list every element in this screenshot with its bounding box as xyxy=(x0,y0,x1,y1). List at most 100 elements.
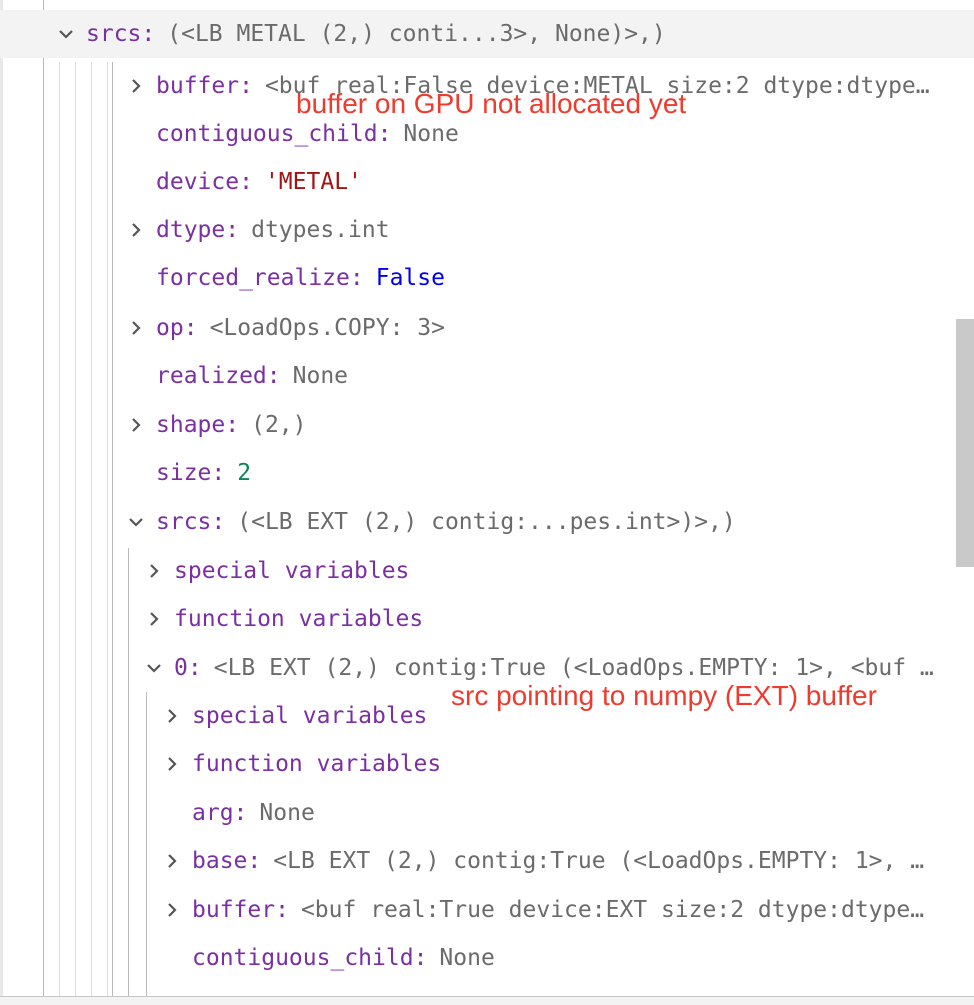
chevron-right-icon[interactable] xyxy=(160,886,184,934)
chevron-right-icon[interactable] xyxy=(124,304,148,352)
variable-name: base xyxy=(192,848,248,874)
chevron-right-icon[interactable] xyxy=(124,401,148,449)
variable-name: forced_realize xyxy=(156,265,350,291)
tree-row-content: contiguous_child: None xyxy=(160,934,495,982)
chevron-right-icon[interactable] xyxy=(142,547,166,595)
tree-row[interactable]: op: <LoadOps.COPY: 3> xyxy=(0,304,974,352)
variable-name: shape xyxy=(156,412,226,438)
variable-name: contiguous_child xyxy=(192,945,414,971)
variable-name: device xyxy=(156,169,240,195)
name-value-separator: : xyxy=(225,412,240,438)
variable-value: <LoadOps.COPY: 3> xyxy=(209,315,445,341)
twistie-spacer xyxy=(124,158,148,206)
tree-row-content: special variables xyxy=(142,547,409,595)
name-value-separator: : xyxy=(239,73,253,99)
variable-name: buffer xyxy=(192,897,276,923)
chevron-down-icon[interactable] xyxy=(124,498,148,546)
tree-row-content: special variables xyxy=(160,692,427,740)
twistie-spacer xyxy=(124,449,148,497)
variable-value: 'METAL' xyxy=(264,169,362,195)
name-value-separator: : xyxy=(225,217,240,243)
name-value-separator: : xyxy=(349,265,364,291)
tree-row[interactable]: arg: None xyxy=(0,789,974,837)
tree-row-content: device: 'METAL' xyxy=(124,158,362,206)
name-value-separator: : xyxy=(275,897,289,923)
tree-row-content: function variables xyxy=(142,595,423,643)
name-value-separator: : xyxy=(233,800,248,826)
variable-name: special variables xyxy=(192,703,428,729)
variable-value: None xyxy=(439,945,495,971)
variable-name: realized xyxy=(156,363,267,389)
tree-row-content: size:2 xyxy=(124,449,251,497)
tree-row[interactable]: forced_realize: False xyxy=(0,254,974,302)
variable-name: special variables xyxy=(174,558,410,584)
twistie-spacer xyxy=(124,352,148,400)
tree-row-content: srcs: (<LB METAL (2,) conti...3>, None)>,… xyxy=(54,10,666,58)
tree-row[interactable]: function variables xyxy=(0,740,974,788)
chevron-down-icon[interactable] xyxy=(54,10,78,58)
name-value-separator: : xyxy=(187,655,202,681)
tree-row-content: base: <LB EXT (2,) contig:True (<LoadOps.… xyxy=(160,837,924,885)
variable-value: (<LB METAL (2,) conti...3>, None)>,) xyxy=(167,21,666,47)
variable-name: contiguous_child xyxy=(156,121,378,147)
tree-row-content: srcs: (<LB EXT (2,) contig:...pes.int>)>,… xyxy=(124,498,736,546)
variable-name: op xyxy=(156,315,184,341)
variable-value: False xyxy=(375,265,445,291)
tree-row-content: buffer: <buf real:True device:EXT size:2 … xyxy=(160,886,924,934)
variable-value: 2 xyxy=(237,460,252,486)
chevron-right-icon[interactable] xyxy=(160,837,184,885)
tree-row[interactable]: device: 'METAL' xyxy=(0,158,974,206)
tree-row-content: dtype: dtypes.int xyxy=(124,206,390,254)
tree-row[interactable]: buffer: <buf real:True device:EXT size:2 … xyxy=(0,886,974,934)
name-value-separator: : xyxy=(141,21,156,47)
tree-row-content: function variables xyxy=(160,740,441,788)
variable-name: buffer xyxy=(156,73,240,99)
tree-row[interactable]: dtype: dtypes.int xyxy=(0,206,974,254)
scrollbar-thumb[interactable] xyxy=(956,319,974,567)
variable-value: None xyxy=(259,800,315,826)
name-value-separator: : xyxy=(377,121,392,147)
tree-row[interactable]: special variables xyxy=(0,547,974,595)
twistie-spacer xyxy=(160,789,184,837)
annotation-gpu-note: buffer on GPU not allocated yet xyxy=(296,88,687,119)
variable-name: dtype xyxy=(156,217,226,243)
chevron-right-icon[interactable] xyxy=(160,692,184,740)
twistie-spacer xyxy=(124,254,148,302)
tree-row[interactable]: contiguous_child: None xyxy=(0,934,974,982)
variable-name: function variables xyxy=(174,606,424,632)
tree-row-content: shape: (2,) xyxy=(124,401,307,449)
tree-row-content: realized: None xyxy=(124,352,348,400)
tree-row[interactable]: base: <LB EXT (2,) contig:True (<LoadOps.… xyxy=(0,837,974,885)
tree-row-content: arg: None xyxy=(160,789,315,837)
variable-name: 0 xyxy=(174,655,188,681)
name-value-separator: : xyxy=(247,848,262,874)
chevron-right-icon[interactable] xyxy=(124,206,148,254)
chevron-right-icon[interactable] xyxy=(160,740,184,788)
chevron-right-icon[interactable] xyxy=(142,595,166,643)
tree-row[interactable]: srcs: (<LB METAL (2,) conti...3>, None)>,… xyxy=(0,10,974,58)
tree-row[interactable]: size:2 xyxy=(0,449,974,497)
tree-row[interactable]: shape: (2,) xyxy=(0,401,974,449)
variable-name: arg xyxy=(192,800,234,826)
name-value-separator: : xyxy=(413,945,428,971)
variable-name: srcs xyxy=(156,509,212,535)
variable-value: None xyxy=(292,363,349,389)
twistie-spacer xyxy=(160,934,184,982)
variable-name: size xyxy=(156,460,212,486)
variable-value: <buf real:True device:EXT size:2 dtype:d… xyxy=(300,897,925,923)
variable-value: (2,) xyxy=(251,412,307,438)
variable-value: dtypes.int xyxy=(251,217,390,243)
tree-row[interactable]: realized: None xyxy=(0,352,974,400)
chevron-down-icon[interactable] xyxy=(142,644,166,692)
annotation-ext-note: src pointing to numpy (EXT) buffer xyxy=(451,680,877,711)
variable-value: (<LB EXT (2,) contig:...pes.int>)>,) xyxy=(237,509,736,535)
variable-value: <LB EXT (2,) contig:True (<LoadOps.EMPTY… xyxy=(273,848,925,874)
tree-row-content: op: <LoadOps.COPY: 3> xyxy=(124,304,445,352)
variable-name: function variables xyxy=(192,751,442,777)
name-value-separator: : xyxy=(239,169,253,195)
tree-row[interactable]: srcs: (<LB EXT (2,) contig:...pes.int>)>,… xyxy=(0,498,974,546)
chevron-right-icon[interactable] xyxy=(124,62,148,110)
tree-row[interactable]: function variables xyxy=(0,595,974,643)
name-value-separator: : xyxy=(266,363,281,389)
twistie-spacer xyxy=(124,110,148,158)
